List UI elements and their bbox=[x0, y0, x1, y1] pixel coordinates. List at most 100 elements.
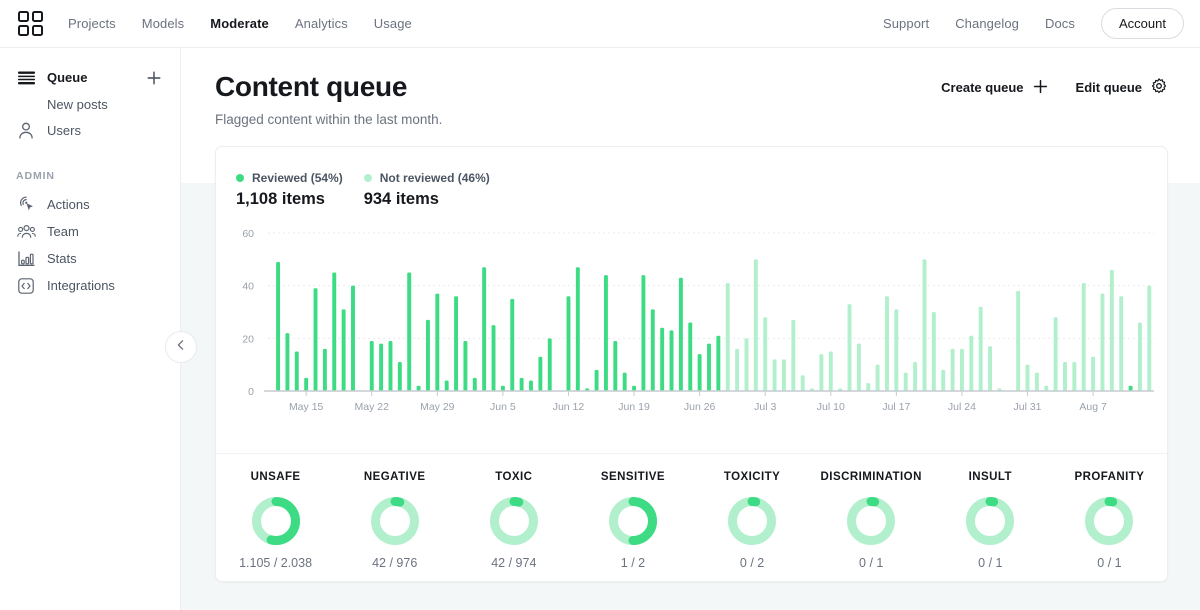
chart-bar[interactable] bbox=[801, 375, 805, 391]
chart-bar[interactable] bbox=[670, 330, 674, 391]
chart-bar[interactable] bbox=[407, 273, 411, 392]
account-button[interactable]: Account bbox=[1101, 8, 1184, 39]
chart-bar[interactable] bbox=[885, 296, 889, 391]
chart-bar[interactable] bbox=[819, 354, 823, 391]
chart-bar[interactable] bbox=[482, 267, 486, 391]
chart-bar[interactable] bbox=[454, 296, 458, 391]
chart-bar[interactable] bbox=[379, 344, 383, 391]
chart-bar[interactable] bbox=[548, 338, 552, 391]
chart-bar[interactable] bbox=[370, 341, 374, 391]
chart-bar[interactable] bbox=[1119, 296, 1123, 391]
chart-bar[interactable] bbox=[510, 299, 514, 391]
chart-bar[interactable] bbox=[660, 328, 664, 391]
chart-bar[interactable] bbox=[773, 359, 777, 391]
nav-link-moderate[interactable]: Moderate bbox=[210, 16, 269, 31]
chart-bar[interactable] bbox=[342, 309, 346, 391]
chart-bar[interactable] bbox=[698, 354, 702, 391]
chart-bar[interactable] bbox=[941, 370, 945, 391]
chart-bar[interactable] bbox=[538, 357, 542, 391]
chart-bar[interactable] bbox=[1110, 270, 1114, 391]
chart-bar[interactable] bbox=[913, 362, 917, 391]
chart-bar[interactable] bbox=[960, 349, 964, 391]
chart-bar[interactable] bbox=[904, 373, 908, 391]
chart-bar[interactable] bbox=[979, 307, 983, 391]
chart-bar[interactable] bbox=[520, 378, 524, 391]
chart-bar[interactable] bbox=[529, 380, 533, 391]
chart-bar[interactable] bbox=[304, 378, 308, 391]
chart-bar[interactable] bbox=[791, 320, 795, 391]
sidebar-item-actions[interactable]: Actions bbox=[0, 191, 180, 218]
chart-bar[interactable] bbox=[285, 333, 289, 391]
chart-bar[interactable] bbox=[595, 370, 599, 391]
nav-link-changelog[interactable]: Changelog bbox=[955, 16, 1019, 31]
nav-link-usage[interactable]: Usage bbox=[374, 16, 412, 31]
chart-bar[interactable] bbox=[951, 349, 955, 391]
chart-bar[interactable] bbox=[567, 296, 571, 391]
chart-bar[interactable] bbox=[651, 309, 655, 391]
nav-link-docs[interactable]: Docs bbox=[1045, 16, 1075, 31]
sidebar-item-queue[interactable]: Queue bbox=[0, 64, 180, 91]
chart-bar[interactable] bbox=[435, 294, 439, 391]
nav-link-analytics[interactable]: Analytics bbox=[295, 16, 348, 31]
sidebar-item-users[interactable]: Users bbox=[0, 117, 180, 144]
chart-bar[interactable] bbox=[623, 373, 627, 391]
chart-bar[interactable] bbox=[604, 275, 608, 391]
chart-bar[interactable] bbox=[295, 352, 299, 392]
chart-bar[interactable] bbox=[323, 349, 327, 391]
chart-bar[interactable] bbox=[716, 336, 720, 391]
chart-bar[interactable] bbox=[576, 267, 580, 391]
chart-bar[interactable] bbox=[1138, 323, 1142, 391]
chart-bar[interactable] bbox=[351, 286, 355, 391]
chart-bar[interactable] bbox=[866, 383, 870, 391]
sidebar-collapse-button[interactable] bbox=[165, 331, 197, 363]
chart-bar[interactable] bbox=[613, 341, 617, 391]
chart-bar[interactable] bbox=[969, 336, 973, 391]
chart-bar[interactable] bbox=[726, 283, 730, 391]
chart-bar[interactable] bbox=[688, 323, 692, 391]
chart-bar[interactable] bbox=[988, 346, 992, 391]
chart-bar[interactable] bbox=[782, 359, 786, 391]
chart-bar[interactable] bbox=[735, 349, 739, 391]
edit-queue-button[interactable]: Edit queue bbox=[1076, 78, 1167, 97]
create-queue-button[interactable]: Create queue bbox=[941, 79, 1047, 97]
nav-link-models[interactable]: Models bbox=[142, 16, 185, 31]
chart-bar[interactable] bbox=[923, 259, 927, 391]
chart-bar[interactable] bbox=[829, 352, 833, 392]
chart-bar[interactable] bbox=[492, 325, 496, 391]
nav-link-support[interactable]: Support bbox=[883, 16, 929, 31]
chart-bar[interactable] bbox=[745, 338, 749, 391]
metric-profanity[interactable]: PROFANITY0 / 1 bbox=[1050, 454, 1168, 582]
chart-bar[interactable] bbox=[332, 273, 336, 392]
bar-chart[interactable]: 0204060May 15May 22May 29Jun 5Jun 12Jun … bbox=[216, 223, 1167, 433]
chart-bar[interactable] bbox=[1035, 373, 1039, 391]
chart-bar[interactable] bbox=[876, 365, 880, 391]
chart-bar[interactable] bbox=[1082, 283, 1086, 391]
chart-bar[interactable] bbox=[707, 344, 711, 391]
chart-bar[interactable] bbox=[1026, 365, 1030, 391]
chart-bar[interactable] bbox=[763, 317, 767, 391]
chart-bar[interactable] bbox=[679, 278, 683, 391]
sidebar-item-integrations[interactable]: Integrations bbox=[0, 272, 180, 299]
sidebar-item-team[interactable]: Team bbox=[0, 218, 180, 245]
chart-bar[interactable] bbox=[1054, 317, 1058, 391]
metric-discrimination[interactable]: DISCRIMINATION0 / 1 bbox=[812, 454, 931, 582]
chart-bar[interactable] bbox=[389, 341, 393, 391]
chart-bar[interactable] bbox=[1101, 294, 1105, 391]
chart-bar[interactable] bbox=[463, 341, 467, 391]
chart-bar[interactable] bbox=[1063, 362, 1067, 391]
plus-icon[interactable] bbox=[146, 70, 162, 86]
chart-bar[interactable] bbox=[314, 288, 318, 391]
chart-bar[interactable] bbox=[1091, 357, 1095, 391]
app-logo[interactable] bbox=[6, 11, 54, 36]
metric-unsafe[interactable]: UNSAFE1.105 / 2.038 bbox=[216, 454, 335, 582]
chart-bar[interactable] bbox=[473, 378, 477, 391]
metric-negative[interactable]: NEGATIVE42 / 976 bbox=[335, 454, 454, 582]
metric-insult[interactable]: INSULT0 / 1 bbox=[931, 454, 1050, 582]
chart-bar[interactable] bbox=[754, 259, 758, 391]
chart-bar[interactable] bbox=[641, 275, 645, 391]
chart-bar[interactable] bbox=[894, 309, 898, 391]
metric-sensitive[interactable]: SENSITIVE1 / 2 bbox=[573, 454, 692, 582]
chart-bar[interactable] bbox=[445, 380, 449, 391]
chart-bar[interactable] bbox=[857, 344, 861, 391]
chart-bar[interactable] bbox=[848, 304, 852, 391]
